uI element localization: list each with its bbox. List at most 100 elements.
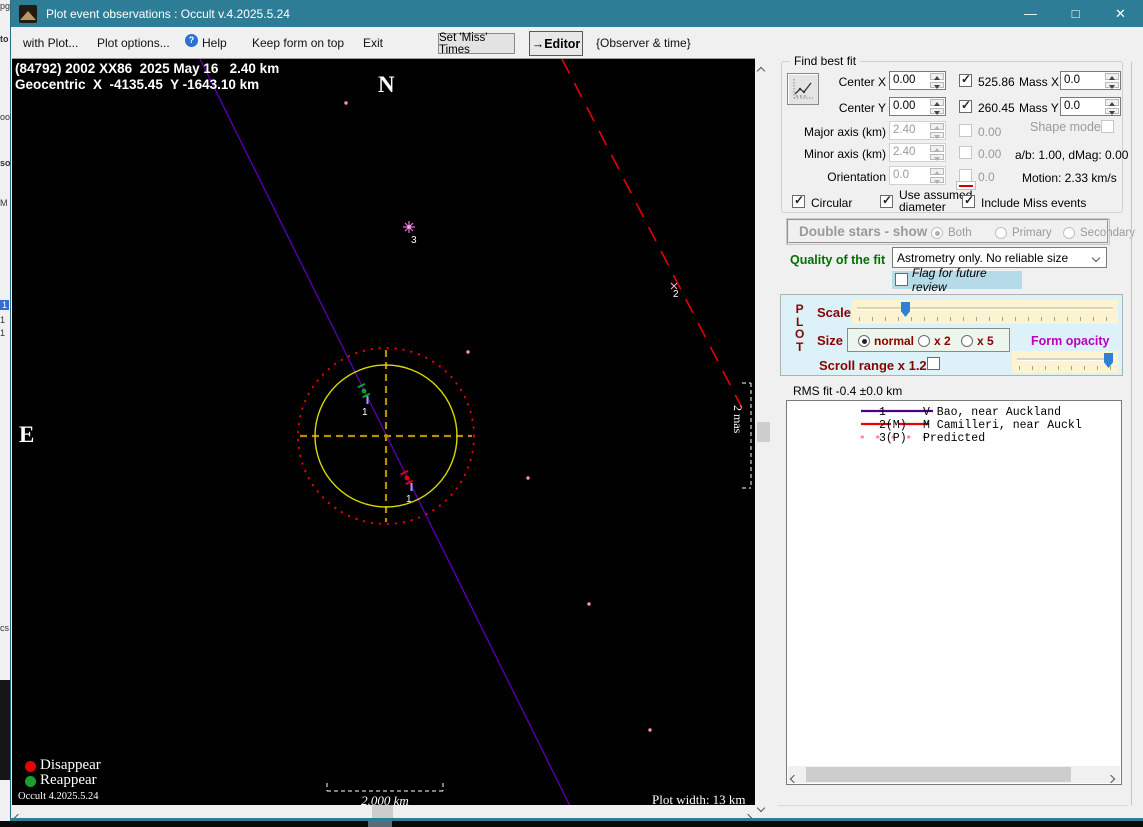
listbox-scroll-thumb[interactable]	[806, 767, 1071, 782]
bg-fragment: oo	[0, 112, 10, 122]
double-stars-label: Double stars - show	[799, 224, 928, 239]
double-secondary-label: Secondary	[1080, 227, 1135, 239]
major-fit-value: 0.00	[978, 125, 1002, 139]
occult-version-label: Occult 4.2025.5.24	[18, 791, 99, 802]
bg-fragment: to	[0, 34, 9, 44]
mass-x-spinner[interactable]: 0.0	[1060, 71, 1121, 90]
menu-with-plot[interactable]: with Plot...	[23, 36, 78, 50]
scale-slider-ticks	[859, 317, 1113, 321]
orientation-fit-value: 0.0	[978, 170, 995, 184]
listbox-scroll-right-icon[interactable]	[1106, 774, 1116, 784]
major-axis-arrows	[929, 122, 945, 139]
mass-y-arrows[interactable]	[1104, 98, 1120, 115]
horizontal-scroll-thumb[interactable]	[372, 805, 393, 818]
motion-label: Motion: 2.33 km/s	[1022, 171, 1117, 185]
form-opacity-track[interactable]	[1017, 358, 1113, 361]
screen: pg to oo so M 1 1 1 cs Plot event observ…	[0, 0, 1143, 827]
center-x-arrows[interactable]	[929, 72, 945, 89]
scale-slider-thumb[interactable]	[901, 302, 910, 317]
quality-dropdown[interactable]: Astrometry only. No reliable size	[892, 247, 1107, 268]
menu-exit[interactable]: Exit	[363, 36, 383, 50]
form-opacity-ticks	[1019, 366, 1113, 370]
panel-right-divider	[1131, 62, 1132, 805]
mass-y-spinner[interactable]: 0.0	[1060, 97, 1121, 116]
window-title: Plot event observations : Occult v.4.202…	[46, 6, 290, 21]
listbox-scroll-left-icon[interactable]	[789, 774, 799, 784]
mass-y-value[interactable]: 0.0	[1061, 98, 1104, 115]
quality-value: Astrometry only. No reliable size	[897, 250, 1069, 265]
observation-row[interactable]: 3(P) Predicted	[787, 432, 1121, 445]
plot-horizontal-scrollbar[interactable]	[12, 805, 755, 823]
set-miss-times-button[interactable]: Set 'Miss' Times	[438, 32, 515, 56]
include-miss-checkbox[interactable]	[962, 193, 975, 208]
size-radio-group: normal x 2 x 5	[847, 328, 1010, 352]
center-x-spinner[interactable]: 0.00	[889, 71, 946, 90]
scroll-range-label: Scroll range x 1.25	[819, 358, 934, 373]
observer2-path-line	[561, 59, 743, 409]
plot-width-label: Plot width: 13 km	[652, 792, 746, 805]
observations-listbox[interactable]: 1 V Bao, near Auckland 2(M) M Camilleri,…	[786, 400, 1122, 785]
plot-title-line1: (84792) 2002 XX86 2025 May 16 2.40 km	[15, 61, 280, 76]
menu-plot-options[interactable]: Plot options...	[97, 36, 170, 50]
close-button[interactable]: ✕	[1098, 0, 1143, 27]
center-y-value[interactable]: 0.00	[890, 98, 929, 115]
bg-fragment: pg	[0, 1, 10, 11]
station2-label: 2	[673, 289, 679, 300]
fit-x-checkbox[interactable]	[959, 72, 972, 87]
plot-vertical-scrollbar[interactable]	[756, 58, 771, 813]
reappear-legend-dot	[25, 776, 36, 787]
plot-canvas[interactable]: 3 1 1 2 (84792) 2002 XX86 2025 May 16 2.…	[12, 58, 755, 805]
reappear-legend-label: Reappear	[40, 772, 97, 788]
fit-y-checkbox[interactable]	[959, 98, 972, 113]
mass-x-value[interactable]: 0.0	[1061, 72, 1104, 89]
use-assumed-checkbox[interactable]	[880, 193, 893, 208]
disappear-legend-dot	[25, 761, 36, 772]
bg-fragment: M	[0, 198, 8, 208]
size-x5-radio[interactable]	[961, 335, 973, 347]
size-x2-radio[interactable]	[918, 335, 930, 347]
predicted-star-marker	[403, 221, 415, 233]
minor-fit-value: 0.00	[978, 147, 1002, 161]
vertical-scroll-thumb[interactable]	[757, 422, 770, 442]
scroll-up-icon[interactable]	[756, 66, 766, 76]
mass-x-label: Mass X	[1019, 75, 1060, 89]
bg-fragment: 1	[0, 300, 10, 310]
size-label: Size	[817, 333, 844, 348]
menu-help[interactable]: Help	[202, 36, 227, 50]
scroll-range-checkbox[interactable]	[927, 357, 940, 370]
editor-button[interactable]: →Editor	[529, 31, 583, 56]
size-normal-radio[interactable]	[858, 335, 870, 347]
center-y-arrows[interactable]	[929, 98, 945, 115]
double-stars-group: Double stars - show Both Primary Seconda…	[786, 218, 1135, 245]
center-y-spinner[interactable]: 0.00	[889, 97, 946, 116]
circular-label: Circular	[811, 196, 853, 210]
maximize-button[interactable]: □	[1053, 0, 1098, 27]
listbox-horizontal-scrollbar[interactable]	[788, 766, 1120, 784]
disappear-marker	[400, 469, 414, 486]
panel-bottom-divider	[778, 805, 1128, 806]
center-x-value[interactable]: 0.00	[890, 72, 929, 89]
minimize-button[interactable]: —	[1008, 0, 1053, 27]
double-primary-radio	[995, 227, 1007, 239]
menu-keep-form-on-top[interactable]: Keep form on top	[252, 36, 344, 50]
mass-x-arrows[interactable]	[1104, 72, 1120, 89]
title-bar[interactable]: Plot event observations : Occult v.4.202…	[11, 0, 1143, 27]
flag-review-checkbox[interactable]	[895, 273, 908, 286]
circular-checkbox[interactable]	[792, 193, 805, 208]
orientation-spinner: 0.0	[889, 166, 946, 185]
scale-slider-track[interactable]	[857, 307, 1113, 310]
fit-x-value: 525.86	[978, 75, 1015, 89]
predicted-path-dots	[344, 101, 652, 732]
form-opacity-slider[interactable]	[1012, 351, 1118, 373]
north-label: N	[378, 72, 395, 97]
minor-axis-arrows	[929, 144, 945, 161]
flag-review-box: Flag for future review	[892, 266, 1022, 294]
minor-axis-spinner: 2.40	[889, 143, 946, 162]
bg-fragment: cs	[0, 623, 9, 633]
bg-fragment: so	[0, 158, 10, 168]
flag-review-label: Flag for future review	[912, 266, 987, 294]
miss-line-color	[959, 184, 973, 187]
find-best-fit-button[interactable]	[787, 73, 819, 105]
scale-slider[interactable]	[852, 300, 1118, 324]
bg-fragment: 1	[0, 328, 6, 338]
